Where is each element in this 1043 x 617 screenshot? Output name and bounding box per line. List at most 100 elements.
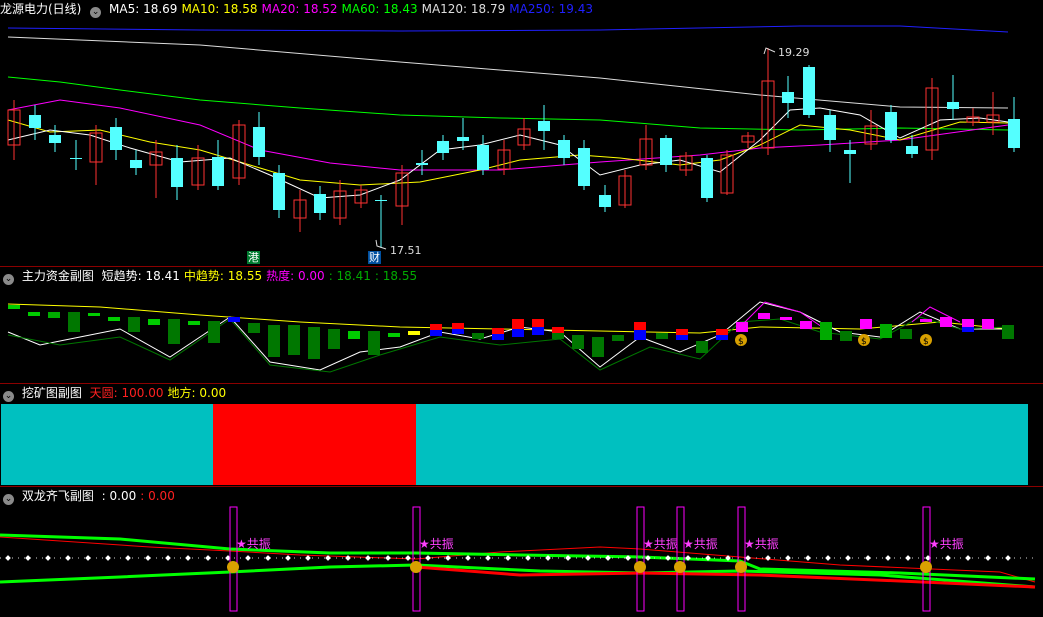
- money-bag-icon-glyph: $: [861, 337, 867, 347]
- candle-body: [130, 160, 142, 168]
- diamond-marker: [145, 555, 151, 561]
- money-bag-icon-glyph: $: [738, 337, 744, 347]
- diamond-marker: [905, 555, 911, 561]
- candle-body: [110, 127, 122, 150]
- candle-body: [212, 157, 224, 186]
- fund-bar: [88, 313, 100, 316]
- money-bag-icon: [920, 561, 932, 573]
- diamond-marker: [45, 555, 51, 561]
- main-chart-panel[interactable]: 龙源电力(日线) ⌄ MA5: 18.69 MA10: 18.58 MA20: 18…: [0, 0, 1043, 266]
- fund-bar: [696, 341, 708, 353]
- heat-line: [911, 306, 961, 323]
- candle-body: [803, 67, 815, 115]
- dragon-title: 双龙齐飞副图: [21, 489, 94, 503]
- diamond-marker: [65, 555, 71, 561]
- signal-box: [737, 506, 746, 612]
- candle-body: [375, 200, 387, 201]
- fund-bar: [108, 317, 120, 321]
- ma20-line: [7, 99, 1009, 171]
- diamond-marker: [485, 555, 491, 561]
- chevron-down-icon[interactable]: ⌄: [3, 494, 14, 505]
- dragon-line-a2: [0, 533, 1036, 581]
- candle-body: [782, 92, 794, 103]
- fund-indicator-0: 短趋势: 18.41: [101, 269, 180, 283]
- fund-flow-panel[interactable]: ⌄ 主力资金副图 短趋势: 18.41 中趋势: 18.55 热度: 0.00: 1…: [0, 267, 1043, 383]
- mining-title: 挖矿图副图: [21, 386, 82, 400]
- high-price-label: 19.29: [778, 46, 810, 59]
- mining-block-cyan: [1, 404, 213, 485]
- diamond-marker: [185, 555, 191, 561]
- tag-cai-badge[interactable]: 财: [368, 251, 381, 264]
- heat-line: [739, 301, 826, 330]
- candle-body: [70, 158, 82, 159]
- ma-indicator-0: MA5: 18.69: [109, 2, 178, 16]
- resonance-label: ★共振: [643, 537, 678, 551]
- diamond-marker: [385, 555, 391, 561]
- diamond-marker: [885, 555, 891, 561]
- candlestick-chart[interactable]: [0, 0, 1043, 266]
- fund-bar: [188, 321, 200, 325]
- ma250-line: [7, 25, 1009, 33]
- fund-flow-header: ⌄ 主力资金副图 短趋势: 18.41 中趋势: 18.55 热度: 0.00: 1…: [0, 267, 425, 285]
- fund-bar: [168, 319, 180, 344]
- diamond-marker: [785, 555, 791, 561]
- diamond-marker: [1005, 555, 1011, 561]
- diamond-marker: [85, 555, 91, 561]
- dragon-indicator-list: : 0.00: 0.00: [102, 489, 179, 503]
- fund-bar: [1002, 325, 1014, 339]
- main-chart-header: 龙源电力(日线) ⌄ MA5: 18.69 MA10: 18.58 MA20: 18…: [0, 0, 601, 18]
- fund-bar: [348, 331, 360, 339]
- candle-body: [844, 150, 856, 154]
- fund-indicator-3: : 18.41: [328, 269, 371, 283]
- fund-bar: [308, 327, 320, 359]
- dragon-indicator-0: : 0.00: [101, 489, 137, 503]
- fund-bar: [552, 333, 564, 339]
- dragon-chart[interactable]: ★共振 ★共振 ★共振 ★共振 ★共振 ★共振: [0, 487, 1043, 617]
- candle-body: [1008, 119, 1020, 148]
- fund-bar: [452, 323, 464, 329]
- chevron-down-icon[interactable]: ⌄: [90, 7, 102, 18]
- money-bag-icon: [735, 561, 747, 573]
- fund-bar: [840, 331, 852, 341]
- mining-indicator-0: 天圆: 100.00: [89, 386, 164, 400]
- diamond-marker: [465, 555, 471, 561]
- fund-bar: [780, 317, 792, 320]
- dragon-panel[interactable]: ⌄ 双龙齐飞副图 : 0.00: 0.00 ★共振 ★共振 ★共振 ★共振 ★共振 ★共振: [0, 487, 1043, 617]
- diamond-marker: [265, 555, 271, 561]
- fund-indicator-4: : 18.55: [374, 269, 418, 283]
- diamond-marker: [245, 555, 251, 561]
- mining-header: ⌄ 挖矿图副图 天圆: 100.00 地方: 0.00: [0, 384, 234, 402]
- chevron-down-icon[interactable]: ⌄: [3, 274, 14, 285]
- fund-bar: [592, 337, 604, 357]
- fund-bar: [634, 322, 646, 330]
- diamond-marker: [745, 555, 751, 561]
- fund-bar: [552, 327, 564, 333]
- tag-gang-badge[interactable]: 港: [247, 251, 260, 264]
- mining-panel[interactable]: ⌄ 挖矿图副图 天圆: 100.00 地方: 0.00: [0, 384, 1043, 486]
- fund-bar: [962, 327, 974, 332]
- fund-bar: [328, 329, 340, 349]
- fund-bar: [28, 312, 40, 316]
- candle-body: [538, 121, 550, 131]
- candle-body: [906, 146, 918, 154]
- fund-bar: [208, 321, 220, 343]
- diamond-marker: [165, 555, 171, 561]
- fund-bar: [676, 335, 688, 340]
- dragon-indicator-1: : 0.00: [140, 489, 175, 503]
- candle-body: [824, 115, 836, 140]
- candle-body: [49, 135, 61, 143]
- diamond-marker: [805, 555, 811, 561]
- resonance-label: ★共振: [419, 537, 454, 551]
- fund-bar: [368, 331, 380, 355]
- fund-bar: [716, 329, 728, 335]
- resonance-label: ★共振: [683, 537, 718, 551]
- mining-indicator-1: 地方: 0.00: [167, 386, 227, 400]
- fund-bar: [920, 319, 932, 322]
- fund-bar: [634, 330, 646, 340]
- fund-bar: [268, 325, 280, 357]
- chevron-down-icon[interactable]: ⌄: [3, 391, 14, 402]
- candle-body: [253, 127, 265, 157]
- candle-body: [29, 115, 41, 128]
- diamond-marker: [5, 555, 11, 561]
- mining-indicator-list: 天圆: 100.00 地方: 0.00: [90, 386, 230, 400]
